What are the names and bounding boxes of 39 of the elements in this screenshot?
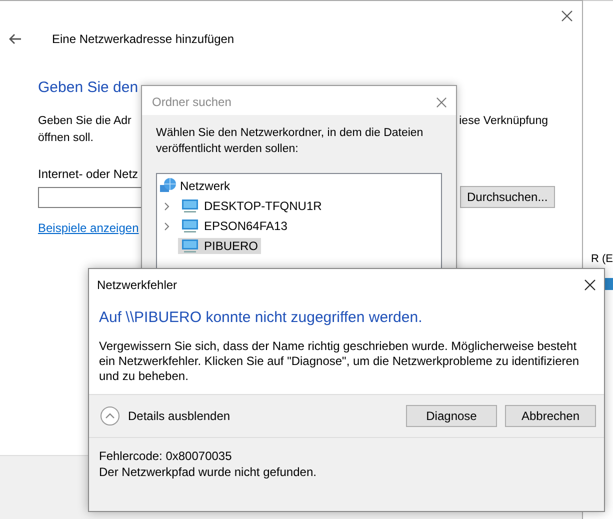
dialog-button[interactable]: Diagnose [406,405,497,427]
network-icon [159,177,177,195]
dialog-title: Ordner suchen [152,95,232,109]
collapse-icon [100,406,120,426]
tree-row[interactable]: PIBUERO [159,236,439,256]
expand-chevron-icon[interactable] [164,202,170,210]
computer-icon [181,219,199,233]
close-icon [436,96,447,108]
close-icon [584,279,596,291]
prompt-text: Wählen Sie den Netzwerkordner, in dem die Dateien veröffentlicht werden sollen: [156,126,424,157]
back-arrow-icon [8,33,22,45]
instruction-text: iese Verknüpfung [459,114,548,129]
window-title: Eine Netzwerkadresse hinzufügen [52,32,234,46]
tree-item[interactable]: EPSON64FA13 [178,218,290,234]
close-button[interactable] [584,279,596,291]
dialog-button[interactable]: Abbrechen [505,405,596,427]
error-message: Vergewissern Sie sich, dass der Name richtig geschrieben wurde. Möglicherweise besteht ein Netzwerkfehler. Klicken Sie auf "Diagnose", um die Netzwerkprobleme zu identifizieren und zu beheben. [99,339,580,384]
computer-icon [181,199,199,213]
address-label: Internet- oder Netz [38,167,140,181]
dialog-title: Netzwerkfehler [97,278,178,292]
instruction-text: Geben Sie die Adr [38,114,132,129]
expand-chevron-icon[interactable] [164,222,170,230]
window-text: R (E [591,253,613,265]
tree-item[interactable]: PIBUERO [178,238,262,254]
instruction-text: öffnen soll. [38,131,94,146]
tree-item[interactable]: Netzwerk [180,179,230,193]
examples-link[interactable]: Beispiele anzeigen [38,221,139,235]
back-button[interactable] [8,33,22,45]
tree-item[interactable]: DESKTOP-TFQNU1R [178,198,325,214]
details-text: Fehlercode: 0x80070035 [99,448,233,464]
page-heading: Geben Sie den [38,79,140,96]
error-heading: Auf \\PIBUERO konnte nicht zugegriffen werden. [99,309,424,326]
computer-icon [181,239,199,253]
tree-row[interactable]: DESKTOP-TFQNU1R [159,196,439,216]
details-text: Der Netzwerkpfad wurde nicht gefunden. [99,464,318,480]
browse-button[interactable]: Durchsuchen... [460,186,555,208]
details-toggle[interactable]: Details ausblenden [97,406,230,426]
close-icon [561,10,573,22]
tree-row[interactable]: EPSON64FA13 [159,216,439,236]
